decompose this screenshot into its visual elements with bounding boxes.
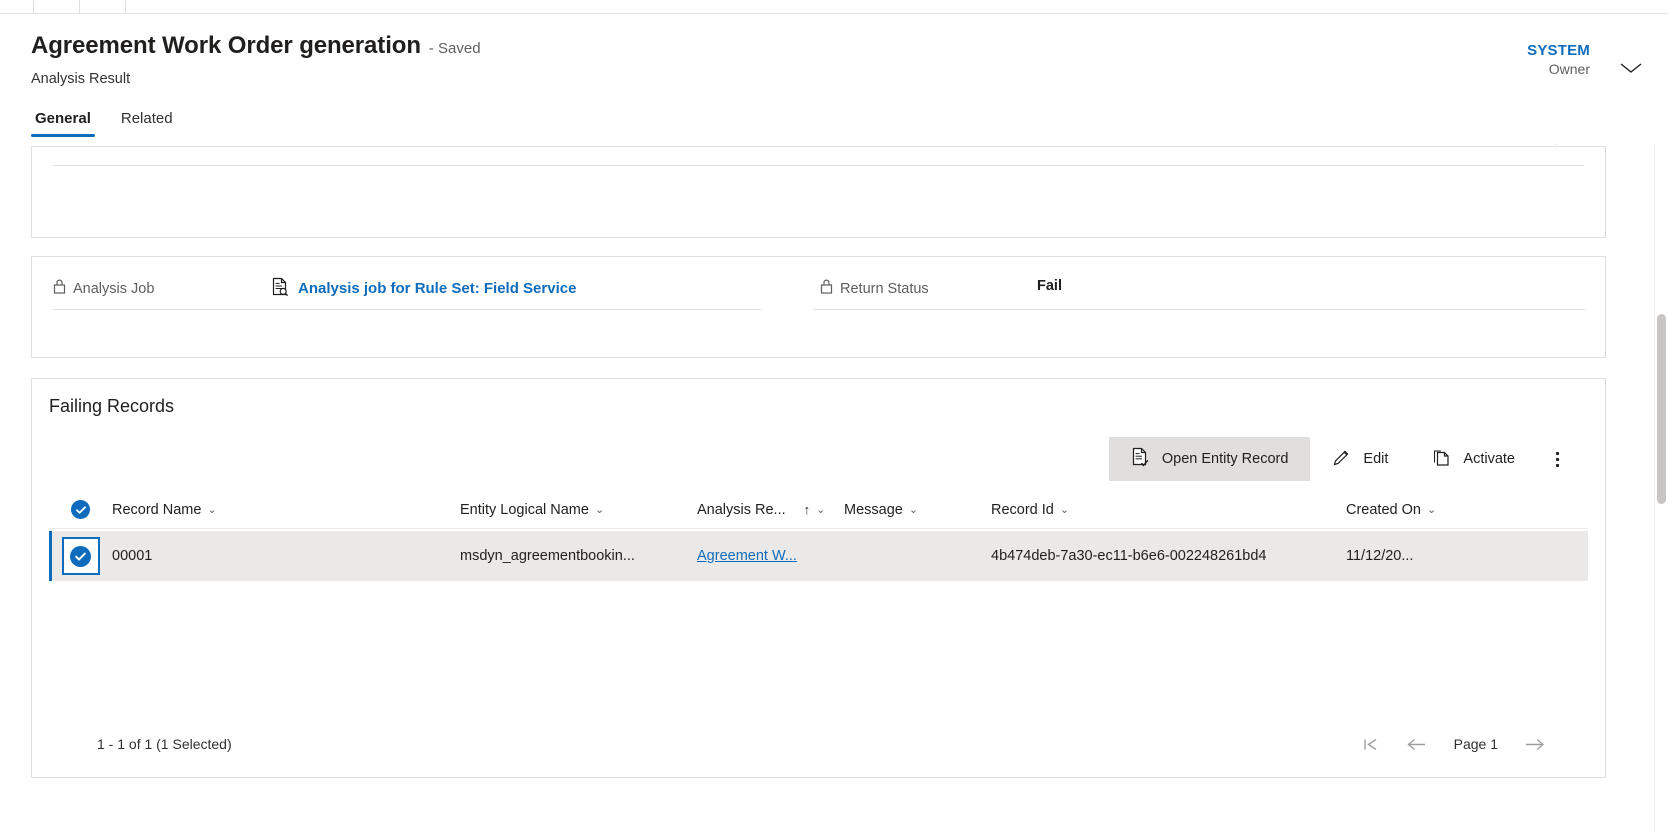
grid-command-bar: Open Entity Record Edit Activate	[1108, 437, 1577, 481]
chevron-down-icon[interactable]: ⌄	[909, 503, 918, 516]
lock-icon	[53, 144, 66, 145]
select-all-checkbox[interactable]	[49, 500, 112, 519]
analysis-job-column: Analysis Job Analysis job for Rule Set: …	[32, 257, 782, 359]
column-header-analysis-result-label: Analysis Re...	[697, 501, 786, 518]
column-header-record-id[interactable]: Record Id ⌄	[991, 502, 1346, 518]
tab-general[interactable]: General	[31, 110, 95, 137]
analysis-job-label: Analysis Job	[53, 279, 154, 298]
save-status: - Saved	[428, 40, 481, 57]
column-header-entity-logical-name-label: Entity Logical Name	[460, 501, 589, 518]
help-link-label: Help Link	[53, 144, 133, 145]
first-page-button[interactable]	[1363, 737, 1380, 752]
analysis-job-section: Analysis Job Analysis job for Rule Set: …	[31, 256, 1606, 358]
open-entity-record-button[interactable]: Open Entity Record	[1108, 437, 1311, 481]
chevron-down-icon[interactable]: ⌄	[1060, 503, 1069, 516]
cell-record-id: 4b474deb-7a30-ec11-b6e6-002248261bd4	[991, 548, 1267, 564]
page-copy-icon	[1432, 448, 1451, 471]
checkbox-checked-icon	[61, 537, 100, 575]
edit-label: Edit	[1363, 451, 1389, 467]
column-header-created-on[interactable]: Created On ⌄	[1346, 502, 1486, 518]
column-header-analysis-result[interactable]: Analysis Re... ↑ ⌄	[697, 502, 844, 518]
cell-created-on: 11/12/20...	[1346, 548, 1414, 564]
open-entity-record-label: Open Entity Record	[1161, 451, 1289, 467]
chevron-down-icon[interactable]: ⌄	[207, 503, 216, 516]
return-status-column: Return Status Fail	[784, 257, 1607, 359]
record-count-status: 1 - 1 of 1 (1 Selected)	[97, 736, 232, 752]
failing-records-section: Failing Records Open Entity Record Edit …	[31, 378, 1606, 778]
globe-icon[interactable]	[1546, 144, 1565, 150]
record-form-page: Agreement Work Order generation - Saved …	[0, 0, 1668, 831]
page-title: Agreement Work Order generation - Saved	[31, 32, 481, 60]
chevron-down-icon[interactable]: ⌄	[816, 503, 825, 516]
help-link-section: Help Link https://go.microsoft.com/fwlin…	[31, 144, 1606, 238]
owner-role-label: Owner	[1548, 60, 1590, 77]
lock-icon	[820, 279, 833, 298]
cell-entity-logical-name: msdyn_agreementbookin...	[460, 548, 635, 564]
column-header-created-on-label: Created On	[1346, 501, 1421, 518]
form-header: Agreement Work Order generation - Saved …	[0, 14, 1668, 144]
lock-icon	[53, 279, 66, 298]
scrollbar-thumb[interactable]	[1657, 314, 1666, 504]
checkmark-circle-icon	[71, 500, 90, 519]
edit-button[interactable]: Edit	[1310, 437, 1410, 481]
tab-related[interactable]: Related	[117, 110, 177, 137]
entity-type-subtitle: Analysis Result	[31, 71, 131, 87]
chevron-down-icon[interactable]: ⌄	[1427, 503, 1436, 516]
column-header-record-id-label: Record Id	[991, 501, 1054, 518]
return-status-value: Fail	[1037, 278, 1062, 294]
column-header-entity-logical-name[interactable]: Entity Logical Name ⌄	[460, 502, 697, 518]
next-page-button[interactable]	[1524, 737, 1546, 752]
page-number-label: Page 1	[1453, 736, 1498, 752]
form-tabs: General Related	[31, 110, 177, 137]
cell-analysis-result-link[interactable]: Agreement W...	[697, 548, 797, 564]
owner-field[interactable]: SYSTEM Owner	[1527, 42, 1590, 78]
browser-tab-strip	[0, 0, 1668, 14]
activate-button[interactable]: Activate	[1410, 437, 1537, 481]
field-divider	[53, 309, 761, 310]
form-body: Help Link https://go.microsoft.com/fwlin…	[0, 144, 1668, 831]
sort-ascending-icon: ↑	[803, 502, 811, 517]
failing-records-title: Failing Records	[49, 396, 175, 416]
more-commands-button[interactable]	[1537, 437, 1577, 481]
grid-footer: 1 - 1 of 1 (1 Selected) Page 1	[49, 727, 1588, 761]
table-row[interactable]: 00001 msdyn_agreementbookin... Agreement…	[49, 531, 1588, 581]
return-status-label-text: Return Status	[840, 280, 929, 297]
analysis-job-label-text: Analysis Job	[73, 280, 155, 297]
cell-analysis-result[interactable]: Agreement W...	[697, 548, 844, 564]
vertical-scrollbar[interactable]	[1654, 144, 1668, 831]
field-divider	[814, 309, 1585, 310]
analysis-job-value[interactable]: Analysis job for Rule Set: Field Service	[271, 277, 576, 300]
tab-related-label: Related	[120, 110, 173, 127]
column-header-message-label: Message	[844, 501, 903, 518]
return-status-label: Return Status	[820, 279, 929, 298]
field-divider	[53, 165, 1584, 166]
record-title: Agreement Work Order generation	[31, 32, 421, 59]
chevron-down-icon[interactable]	[1618, 60, 1644, 81]
pencil-icon	[1332, 448, 1351, 471]
pagination-controls: Page 1	[1363, 736, 1588, 752]
tab-general-label: General	[35, 110, 91, 127]
analysis-job-link[interactable]: Analysis job for Rule Set: Field Service	[298, 280, 576, 297]
previous-page-button[interactable]	[1406, 737, 1428, 752]
activate-label: Activate	[1463, 451, 1515, 467]
column-header-message[interactable]: Message ⌄	[844, 502, 991, 518]
grid-header-row: Record Name ⌄ Entity Logical Name ⌄ Anal…	[49, 491, 1588, 529]
open-entity-record-icon	[1131, 447, 1150, 471]
row-select-checkbox[interactable]	[49, 537, 112, 575]
column-header-record-name-label: Record Name	[112, 501, 202, 518]
chevron-down-icon[interactable]: ⌄	[595, 503, 604, 516]
cell-record-name: 00001	[112, 548, 153, 564]
owner-name: SYSTEM	[1527, 42, 1590, 59]
column-header-record-name[interactable]: Record Name ⌄	[112, 502, 460, 518]
analysis-job-record-icon	[271, 277, 289, 300]
